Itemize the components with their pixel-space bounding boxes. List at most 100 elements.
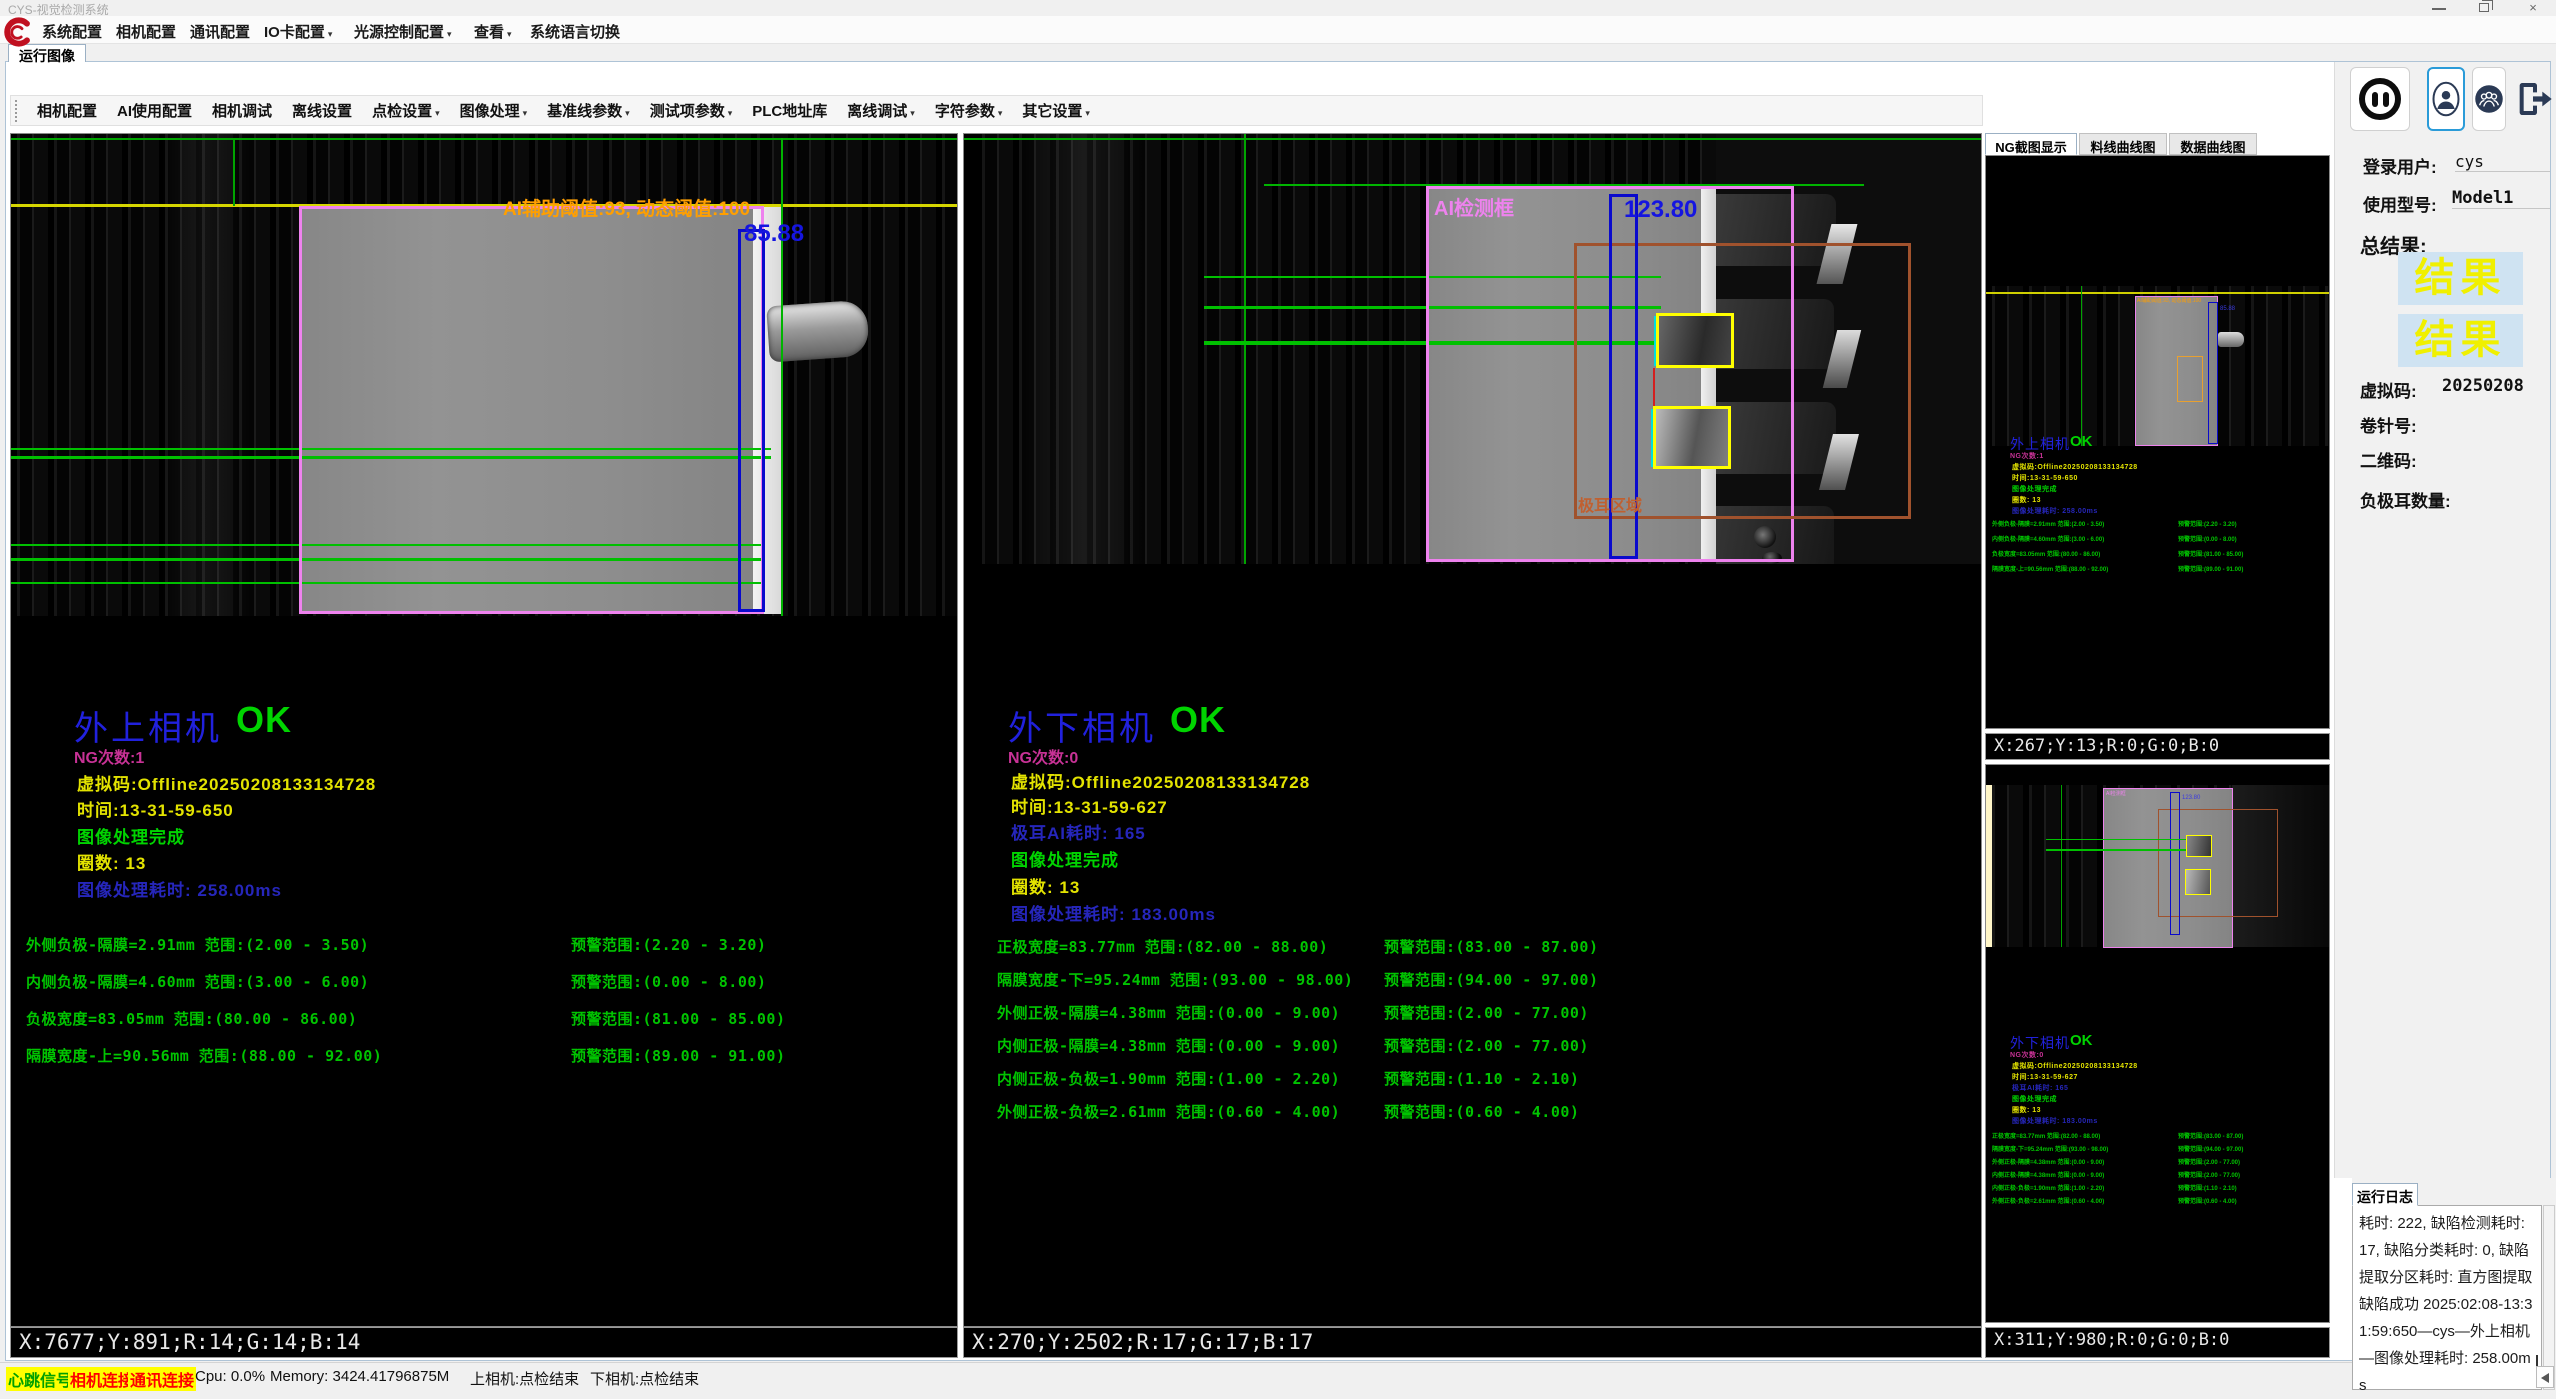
upper-camera-cursor-coords: X:7677;Y:891;R:14;G:14;B:14 <box>10 1327 958 1358</box>
green-vertical-line <box>2081 286 2082 446</box>
exit-button[interactable] <box>2513 67 2553 131</box>
capture-time: 时间:13-31-59-627 <box>1011 793 1168 818</box>
measurement-warn: 预警范围:(0.00 - 8.00) <box>571 971 766 992</box>
pause-icon <box>2359 78 2401 120</box>
qr-code-label: 二维码: <box>2360 447 2417 472</box>
width-value-overlay: 123.80 <box>1624 196 1697 224</box>
thumb-measurement: 内侧负极-隔膜=4.60mm 范围:(3.00 - 6.00) <box>1992 534 2104 543</box>
menu-system-config[interactable]: 系统配置 <box>36 20 108 42</box>
tool-plc-address-lib[interactable]: PLC地址库 <box>742 100 837 121</box>
ng-thumbnail-upper-coords: X:267;Y:13;R:0;G:0;B:0 <box>1985 733 2330 760</box>
reel-number-label: 卷针号: <box>2360 412 2417 437</box>
measurement-warn: 预警范围:(81.00 - 85.00) <box>571 1008 786 1029</box>
exit-icon <box>2513 77 2553 121</box>
tab-data-curve[interactable]: 数据曲线图 <box>2169 133 2257 155</box>
tab-yellow-box <box>1653 406 1731 469</box>
thumb-ng-count: NG次数:0 <box>2010 1050 2044 1060</box>
thumb-measurement: 预警范围:(0.60 - 4.00) <box>2178 1196 2237 1205</box>
close-icon[interactable]: × <box>2518 0 2548 16</box>
camera-result: OK <box>236 699 292 741</box>
thumb-measurement: 预警范围:(94.00 - 97.00) <box>2178 1144 2243 1153</box>
green-guide-line <box>2046 849 2186 851</box>
thumb-measurement: 内侧正极-负极=1.90mm 范围:(1.00 - 2.20) <box>1992 1183 2104 1192</box>
green-vertical-line <box>2061 785 2062 947</box>
restore-icon[interactable] <box>2470 0 2500 16</box>
ai-box-label: AI检测框 <box>1434 192 1514 221</box>
chevron-down-icon: ▾ <box>328 29 333 39</box>
tool-baseline-params[interactable]: 基准线参数▾ <box>537 100 640 121</box>
thumb-width-value: 85.88 <box>2220 306 2235 312</box>
user-group-button[interactable] <box>2472 67 2506 131</box>
measurement-warn: 预警范围:(2.00 - 77.00) <box>1384 1035 1589 1056</box>
menu-camera-config[interactable]: 相机配置 <box>110 20 182 42</box>
thumb-measurement: 预警范围:(2.00 - 77.00) <box>2178 1157 2240 1166</box>
green-vertical-line <box>233 138 235 206</box>
camera-connect-indicator: 相机连接 <box>68 1367 136 1391</box>
menu-comm-config[interactable]: 通讯配置 <box>184 20 256 42</box>
tab-ng-screenshot[interactable]: NG截图显示 <box>1985 133 2077 155</box>
menu-light-control-config[interactable]: 光源控制配置▾ <box>348 20 458 42</box>
thumb-measurement: 预警范围:(1.10 - 2.10) <box>2178 1183 2237 1192</box>
measurement-warn: 预警范围:(0.60 - 4.00) <box>1384 1101 1579 1122</box>
measurement-warn: 预警范围:(83.00 - 87.00) <box>1384 936 1599 957</box>
toolbar-grip-handle[interactable] <box>15 100 19 122</box>
capture-time: 时间:13-31-59-650 <box>77 796 234 821</box>
minimize-icon[interactable] <box>2424 0 2454 16</box>
thumb-process-elapsed: 图像处理耗时: 258.00ms <box>2012 506 2098 516</box>
cyan-edge-line <box>1654 316 1656 366</box>
memory-usage: Memory: 3424.41796875M <box>270 1368 449 1385</box>
thumb-measurement: 预警范围:(0.00 - 8.00) <box>2178 534 2237 543</box>
thumb-measurement: 内侧正极-隔膜=4.38mm 范围:(0.00 - 9.00) <box>1992 1170 2104 1179</box>
tool-offline-setting[interactable]: 离线设置 <box>282 100 362 121</box>
login-user-value[interactable]: cys <box>2455 152 2550 172</box>
cyan-edge-line <box>1651 409 1653 467</box>
menu-view[interactable]: 查看▾ <box>468 20 518 42</box>
tool-other-settings[interactable]: 其它设置▾ <box>1012 100 1100 121</box>
thumb-process-elapsed: 图像处理耗时: 183.00ms <box>2012 1116 2098 1126</box>
thumb-loop-count: 圈数: 13 <box>2012 1105 2041 1115</box>
pause-button[interactable] <box>2350 67 2410 131</box>
virtual-code: 虚拟码:Offline20250208133134728 <box>1011 768 1310 793</box>
thumb-measurement: 外侧负极-隔膜=2.91mm 范围:(2.00 - 3.50) <box>1992 519 2104 528</box>
tool-char-params[interactable]: 字符参数▾ <box>925 100 1013 121</box>
yellow-guide-line <box>1986 292 2330 294</box>
chevron-down-icon: ▾ <box>507 29 512 39</box>
toolbar: 相机配置 AI使用配置 相机调试 离线设置 点检设置▾ 图像处理▾ 基准线参数▾… <box>10 95 1983 126</box>
ng-thumbnail-lower[interactable]: AI检测框 123.80 外下相机 OK NG次数:0 虚拟码:Offline2… <box>1985 764 2330 1323</box>
app-logo-icon <box>2 17 32 47</box>
measurement-row: 内侧正极-隔膜=4.38mm 范围:(0.00 - 9.00) <box>997 1035 1340 1056</box>
tool-test-item-params[interactable]: 测试项参数▾ <box>640 100 743 121</box>
tool-offline-debug[interactable]: 离线调试▾ <box>837 100 925 121</box>
violet-detect-box <box>299 206 764 614</box>
bright-left-strip <box>964 134 977 564</box>
users-icon <box>2474 84 2504 114</box>
current-user-button[interactable] <box>2427 67 2465 131</box>
menu-language-switch[interactable]: 系统语言切换 <box>524 20 626 42</box>
thumb-measurement: 预警范围:(83.00 - 87.00) <box>2178 1131 2243 1140</box>
tool-camera-config[interactable]: 相机配置 <box>27 100 107 121</box>
tool-camera-debug[interactable]: 相机调试 <box>202 100 282 121</box>
green-guide-line <box>964 138 1982 140</box>
log-scrollbar[interactable] <box>2543 1205 2555 1390</box>
lower-camera-view[interactable]: AI检测框 123.80 极耳区域 外下相机 OK NG次数:0 虚拟码:Off… <box>963 133 1982 1327</box>
upper-camera-check-status: 上相机:点检结束 <box>470 1368 579 1389</box>
tool-ai-use-config[interactable]: AI使用配置 <box>107 100 202 121</box>
tool-spot-check-setting[interactable]: 点检设置▾ <box>362 100 450 121</box>
chevron-down-icon: ▾ <box>523 108 528 118</box>
chevron-down-icon: ▾ <box>998 108 1003 118</box>
menu-io-card-config[interactable]: IO卡配置▾ <box>258 20 338 42</box>
measurement-row: 外侧正极-负极=2.61mm 范围:(0.60 - 4.00) <box>997 1101 1340 1122</box>
ng-thumbnail-upper[interactable]: AI辅助阈值:93, 动态阈值:100 85.88 外上相机 OK NG次数:1… <box>1985 155 2330 729</box>
model-value[interactable]: Model1 <box>2452 188 2550 209</box>
measurement-warn: 预警范围:(89.00 - 91.00) <box>571 1045 786 1066</box>
thumb-camera-result: OK <box>2070 1032 2093 1049</box>
lower-camera-check-status: 下相机:点检结束 <box>590 1368 699 1389</box>
tab-line-curve[interactable]: 料线曲线图 <box>2079 133 2167 155</box>
scroll-corner-button[interactable] <box>2536 1366 2554 1388</box>
measurement-row: 内侧负极-隔膜=4.60mm 范围:(3.00 - 6.00) <box>26 971 369 992</box>
tool-image-processing[interactable]: 图像处理▾ <box>450 100 538 121</box>
tab-run-log[interactable]: 运行日志 <box>2352 1183 2418 1206</box>
chevron-down-icon: ▾ <box>625 108 630 118</box>
upper-camera-view[interactable]: AI辅助阈值:93, 动态阈值:100 85.88 外上相机 OK NG次数:1… <box>10 133 958 1327</box>
virtual-code-value: 20250208 <box>2442 376 2524 396</box>
